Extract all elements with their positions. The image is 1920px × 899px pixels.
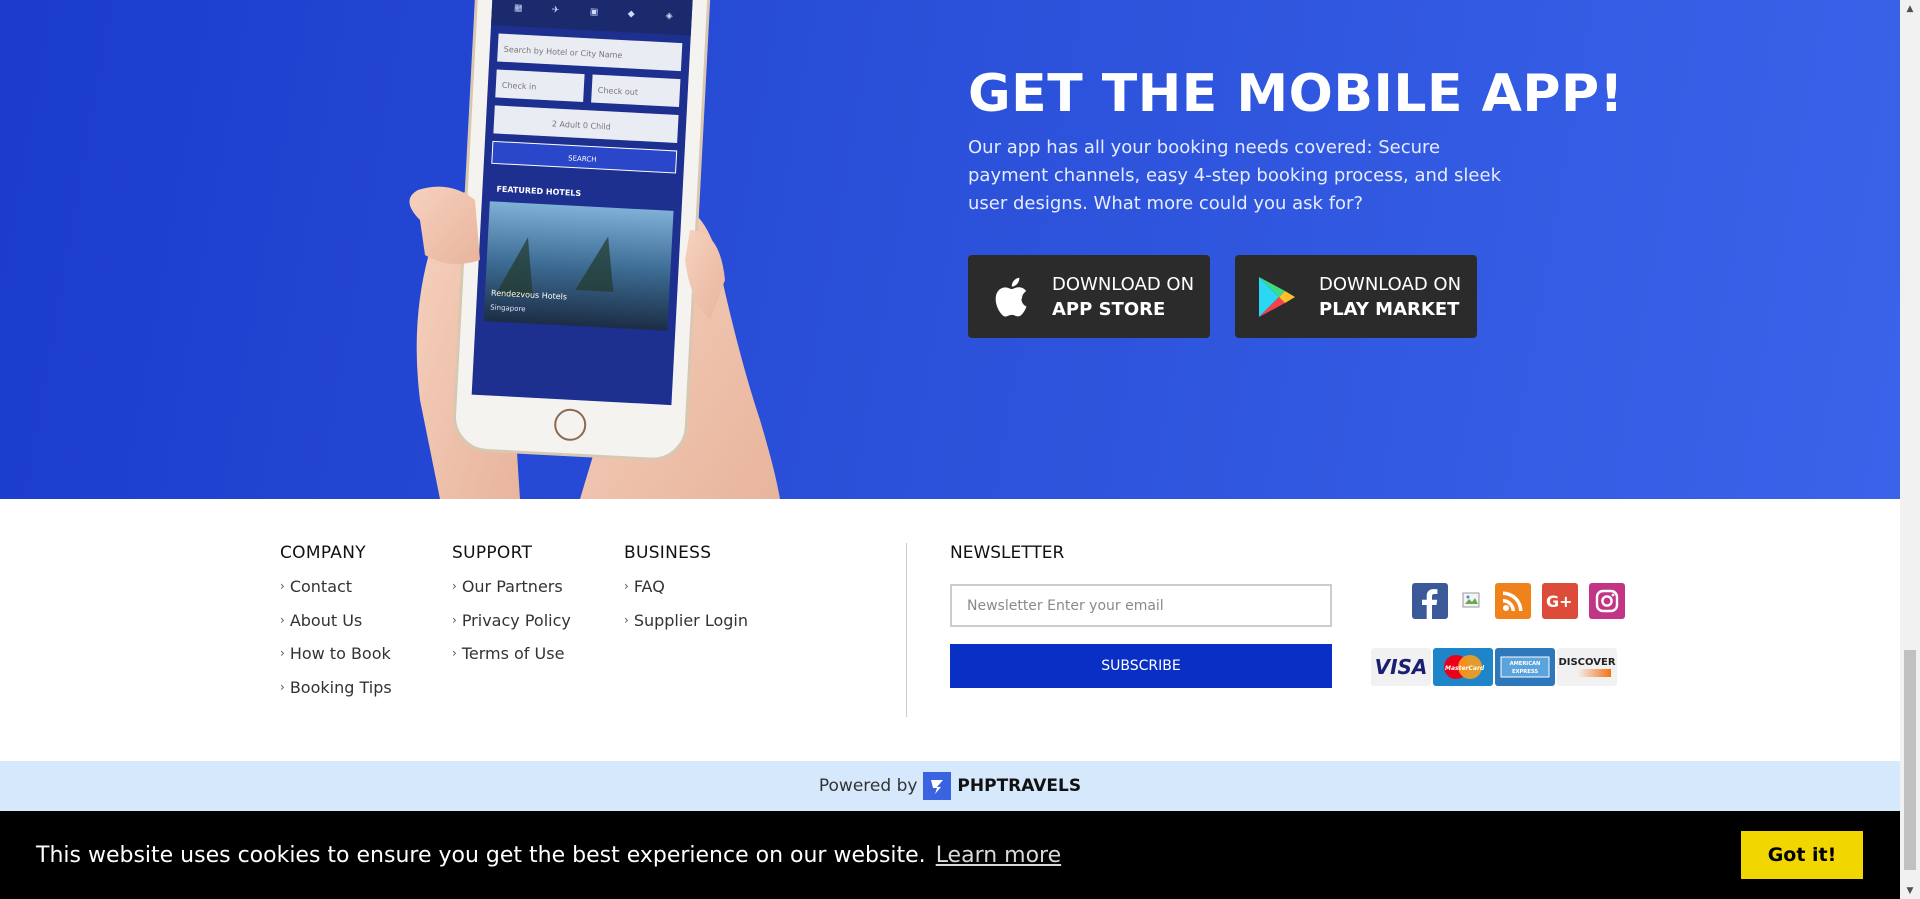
- scroll-down-arrow-icon[interactable]: ▼: [1900, 882, 1920, 899]
- newsletter-form: NEWSLETTER SUBSCRIBE: [950, 543, 1332, 688]
- apple-icon: [988, 274, 1032, 320]
- chevron-right-icon: ›: [280, 679, 285, 694]
- mobile-app-section: ▦ ✈ ▣ ◆ ◈ Search by Hotel or City Name C…: [0, 0, 1900, 499]
- footer-link-label[interactable]: Terms of Use: [462, 644, 565, 663]
- google-play-icon: [1255, 274, 1299, 320]
- phone-in-hand-image: ▦ ✈ ▣ ◆ ◈ Search by Hotel or City Name C…: [409, 0, 780, 499]
- phone-check-in: Check in: [502, 81, 537, 92]
- footer-link-how-to-book[interactable]: › How to Book: [280, 644, 392, 678]
- site-footer: COMPANY › Contact › About Us › How to Book …: [0, 499, 1900, 761]
- svg-text:◈: ◈: [665, 11, 673, 21]
- support-heading: SUPPORT: [452, 543, 533, 563]
- phptravels-logo-icon[interactable]: [923, 772, 952, 800]
- scrollbar-thumb[interactable]: [1904, 650, 1916, 870]
- company-column: COMPANY › Contact › About Us › How to Book …: [280, 543, 392, 711]
- svg-text:✈: ✈: [552, 5, 561, 15]
- powered-by-text: Powered by: [818, 776, 918, 796]
- social-links: G+: [1412, 583, 1625, 619]
- cookie-message: This website uses cookies to ensure you …: [36, 842, 926, 868]
- facebook-icon[interactable]: [1412, 583, 1448, 619]
- store-buttons: DOWNLOAD ON APP STORE DOWNLOAD ON PLAY M…: [968, 255, 1477, 338]
- footer-link-privacy-policy[interactable]: › Privacy Policy: [452, 611, 571, 645]
- business-column: BUSINESS › FAQ › Supplier Login: [624, 543, 748, 644]
- chevron-right-icon: ›: [452, 612, 457, 627]
- footer-link-label[interactable]: How to Book: [290, 644, 391, 663]
- footer-divider: [906, 543, 907, 717]
- page-scrollbar[interactable]: ▲ ▼: [1900, 0, 1920, 899]
- svg-text:AMERICAN: AMERICAN: [1510, 661, 1541, 667]
- svg-text:G+: G+: [1546, 592, 1573, 611]
- instagram-icon[interactable]: [1589, 583, 1625, 619]
- svg-text:EXPRESS: EXPRESS: [1512, 669, 1538, 675]
- footer-link-label[interactable]: Privacy Policy: [462, 611, 571, 630]
- svg-text:MasterCard: MasterCard: [1445, 665, 1485, 672]
- chevron-right-icon: ›: [624, 612, 629, 627]
- app-store-button[interactable]: DOWNLOAD ON APP STORE: [968, 255, 1210, 338]
- discover-card-icon: DISCOVER: [1557, 648, 1617, 686]
- footer-link-supplier-login[interactable]: › Supplier Login: [624, 611, 748, 645]
- footer-link-label[interactable]: FAQ: [634, 577, 665, 596]
- newsletter-email-input[interactable]: [950, 584, 1332, 627]
- footer-link-label[interactable]: Booking Tips: [290, 678, 392, 697]
- chevron-right-icon: ›: [280, 612, 285, 627]
- payment-methods: VISA MasterCard AMERICAN EXPRESS DISCOVE…: [1371, 648, 1617, 686]
- footer-link-faq[interactable]: › FAQ: [624, 577, 748, 611]
- svg-text:◆: ◆: [628, 9, 636, 19]
- svg-text:▦: ▦: [514, 3, 523, 13]
- footer-link-label[interactable]: About Us: [290, 611, 362, 630]
- company-heading: COMPANY: [280, 543, 366, 563]
- powered-by-bar: Powered by PHPTRAVELS: [0, 761, 1900, 811]
- app-store-line2: APP STORE: [1052, 298, 1166, 320]
- twitter-broken-image-icon[interactable]: [1459, 583, 1484, 619]
- play-market-line1: DOWNLOAD ON: [1319, 273, 1462, 295]
- play-market-line2: PLAY MARKET: [1319, 298, 1460, 320]
- support-column: SUPPORT › Our Partners › Privacy Policy › T…: [452, 543, 571, 678]
- footer-link-our-partners[interactable]: › Our Partners: [452, 577, 571, 611]
- google-plus-icon[interactable]: G+: [1542, 583, 1578, 619]
- footer-link-contact[interactable]: › Contact: [280, 577, 392, 611]
- rss-icon[interactable]: [1495, 583, 1531, 619]
- hero-copy: GET THE MOBILE APP! Our app has all your…: [968, 64, 1624, 218]
- svg-text:▣: ▣: [590, 7, 599, 17]
- footer-link-label[interactable]: Supplier Login: [634, 611, 748, 630]
- app-store-line1: DOWNLOAD ON: [1052, 273, 1195, 295]
- powered-by-brand[interactable]: PHPTRAVELS: [957, 776, 1081, 796]
- footer-link-label[interactable]: Contact: [290, 577, 352, 596]
- mastercard-card-icon: MasterCard: [1433, 648, 1493, 686]
- footer-link-booking-tips[interactable]: › Booking Tips: [280, 678, 392, 712]
- visa-card-icon: VISA: [1371, 648, 1431, 686]
- footer-link-about-us[interactable]: › About Us: [280, 611, 392, 645]
- phone-search-button: SEARCH: [568, 154, 597, 163]
- newsletter-heading: NEWSLETTER: [950, 543, 1065, 563]
- cookie-accept-button[interactable]: Got it!: [1741, 831, 1863, 879]
- hero-description: Our app has all your booking needs cover…: [968, 137, 1501, 214]
- subscribe-button[interactable]: SUBSCRIBE: [950, 644, 1332, 688]
- chevron-right-icon: ›: [280, 579, 285, 593]
- cookie-banner: This website uses cookies to ensure you …: [0, 811, 1900, 899]
- chevron-right-icon: ›: [452, 579, 457, 593]
- scroll-up-arrow-icon[interactable]: ▲: [1900, 0, 1920, 17]
- business-heading: BUSINESS: [624, 543, 712, 563]
- chevron-right-icon: ›: [452, 646, 457, 660]
- footer-link-label[interactable]: Our Partners: [462, 577, 563, 596]
- chevron-right-icon: ›: [280, 646, 285, 660]
- learn-more-link[interactable]: Learn more: [936, 843, 1061, 868]
- chevron-right-icon: ›: [624, 579, 629, 593]
- hero-title: GET THE MOBILE APP!: [968, 64, 1624, 124]
- american-express-card-icon: AMERICAN EXPRESS: [1495, 648, 1555, 686]
- footer-link-terms-of-use[interactable]: › Terms of Use: [452, 644, 571, 678]
- play-market-button[interactable]: DOWNLOAD ON PLAY MARKET: [1235, 255, 1477, 338]
